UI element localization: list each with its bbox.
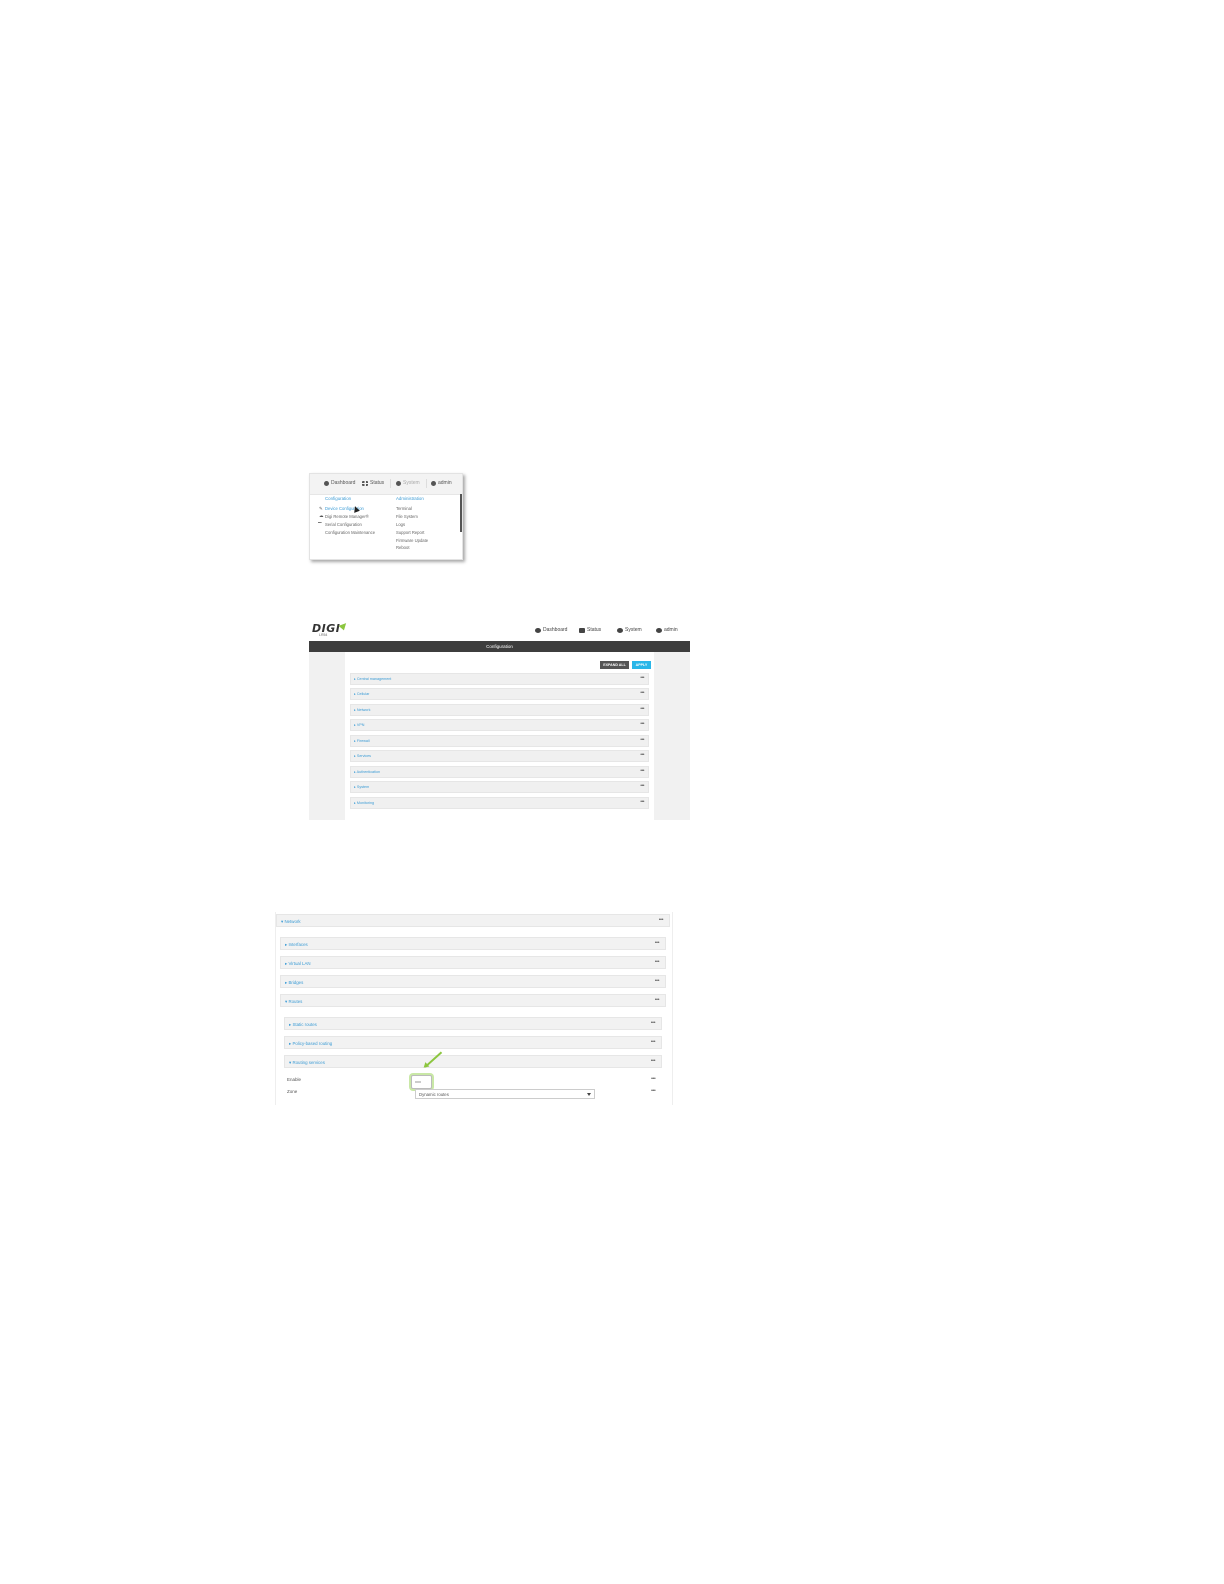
menu-remote-manager[interactable]: Digi Remote Manager® <box>325 514 369 519</box>
more-icon: ••• <box>640 737 644 743</box>
nav-status[interactable]: Status <box>579 627 601 633</box>
nav-system[interactable]: System <box>617 627 642 633</box>
subsection-bridges[interactable]: ▸ Bridges ••• <box>280 975 666 988</box>
user-icon <box>431 480 436 486</box>
subsection-policy-based-routing[interactable]: ▸ Policy-based routing ••• <box>284 1036 662 1049</box>
administration-heading: Administration <box>396 496 424 501</box>
more-icon: ••• <box>640 706 644 712</box>
dashboard-icon <box>324 480 329 486</box>
grid-icon <box>362 480 368 486</box>
menu-serial-configuration[interactable]: Serial Configuration <box>325 522 362 527</box>
expand-all-button[interactable]: EXPAND ALL <box>600 661 629 669</box>
more-icon: ••• <box>640 721 644 727</box>
more-icon: ••• <box>658 917 664 923</box>
more-icon: ••• <box>654 959 660 965</box>
zone-select[interactable]: Dynamic routes <box>415 1089 595 1099</box>
top-nav: Dashboard Status System admin <box>310 474 462 495</box>
caret-down-icon <box>587 1093 591 1096</box>
section-system[interactable]: ▸ System ••• <box>350 781 649 793</box>
subsection-routes[interactable]: ▾ Routes ••• <box>280 994 666 1007</box>
more-icon: ••• <box>640 675 644 681</box>
subsection-routing-services[interactable]: ▾ Routing services ••• <box>284 1055 662 1068</box>
more-icon: ••• <box>650 1058 656 1064</box>
pencil-icon: ✎ <box>319 506 323 511</box>
menu-reboot[interactable]: Reboot <box>396 545 410 550</box>
section-cellular[interactable]: ▸ Cellular ••• <box>350 688 649 700</box>
cloud-icon: ☁ <box>319 513 324 518</box>
menu-support-report[interactable]: Support Report <box>396 530 424 535</box>
section-network[interactable]: ▸ Network ••• <box>350 704 649 716</box>
more-icon: ••• <box>654 940 660 946</box>
menu-logs[interactable]: Logs <box>396 522 405 527</box>
section-monitoring[interactable]: ▸ Monitoring ••• <box>350 797 649 809</box>
more-icon: ••• <box>640 768 644 774</box>
more-icon: ••• <box>640 690 644 696</box>
nav-divider <box>426 479 427 488</box>
menu-file-system[interactable]: File System <box>396 514 418 519</box>
more-icon: ••• <box>640 752 644 758</box>
network-header[interactable]: ▾ Network ••• <box>276 914 670 927</box>
user-icon <box>656 627 662 633</box>
more-icon: ••• <box>654 997 660 1003</box>
more-icon: ••• <box>640 783 644 789</box>
zone-label: Zone <box>287 1089 298 1094</box>
model-label: LR54 <box>319 633 328 637</box>
section-authentication[interactable]: ▸ Authentication ••• <box>350 766 649 778</box>
enable-label: Enable <box>287 1077 302 1082</box>
nav-divider <box>390 479 391 488</box>
section-firewall[interactable]: ▸ Firewall ••• <box>350 735 649 747</box>
nav-admin[interactable]: admin <box>656 627 678 633</box>
configuration-page-screenshot: DIGI LR54 Dashboard Status System admin … <box>309 619 690 820</box>
section-services[interactable]: ▸ Services ••• <box>350 750 649 762</box>
toggle-knob <box>415 1081 421 1083</box>
subsection-interfaces[interactable]: ▸ Interfaces ••• <box>280 937 666 950</box>
nav-dashboard[interactable]: Dashboard <box>324 480 355 486</box>
more-icon[interactable]: ••• <box>651 1088 656 1094</box>
gear-icon <box>617 627 623 633</box>
dashboard-icon <box>535 627 541 633</box>
grid-icon <box>579 627 585 633</box>
configuration-heading: Configuration <box>325 496 352 501</box>
more-icon: ••• <box>650 1020 656 1026</box>
section-vpn[interactable]: ▸ VPN ••• <box>350 719 649 731</box>
nav-admin[interactable]: admin <box>431 480 452 486</box>
page-title: Configuration <box>309 641 690 652</box>
enable-toggle[interactable] <box>411 1075 432 1089</box>
more-icon: ••• <box>650 1039 656 1045</box>
subsection-static-routes[interactable]: ▸ Static routes ••• <box>284 1017 662 1030</box>
menu-terminal[interactable]: Terminal <box>396 506 412 511</box>
menu-configuration-maintenance[interactable]: Configuration Maintenance <box>325 530 375 535</box>
menu-firmware-update[interactable]: Firmware Update <box>396 538 428 543</box>
apply-button[interactable]: APPLY <box>632 661 651 669</box>
more-icon: ••• <box>640 799 644 805</box>
serial-icon: ⎓ <box>318 520 322 525</box>
nav-system[interactable]: System <box>396 480 420 486</box>
gear-icon <box>396 480 401 486</box>
nav-dashboard[interactable]: Dashboard <box>535 627 567 633</box>
header: DIGI LR54 Dashboard Status System admin <box>309 619 690 641</box>
more-icon[interactable]: ••• <box>651 1076 656 1082</box>
nav-status[interactable]: Status <box>362 480 384 486</box>
subsection-virtual-lan[interactable]: ▸ Virtual LAN ••• <box>280 956 666 969</box>
menu-edge <box>460 494 462 532</box>
more-icon: ••• <box>654 978 660 984</box>
section-central-management[interactable]: ▸ Central management ••• <box>350 673 649 685</box>
